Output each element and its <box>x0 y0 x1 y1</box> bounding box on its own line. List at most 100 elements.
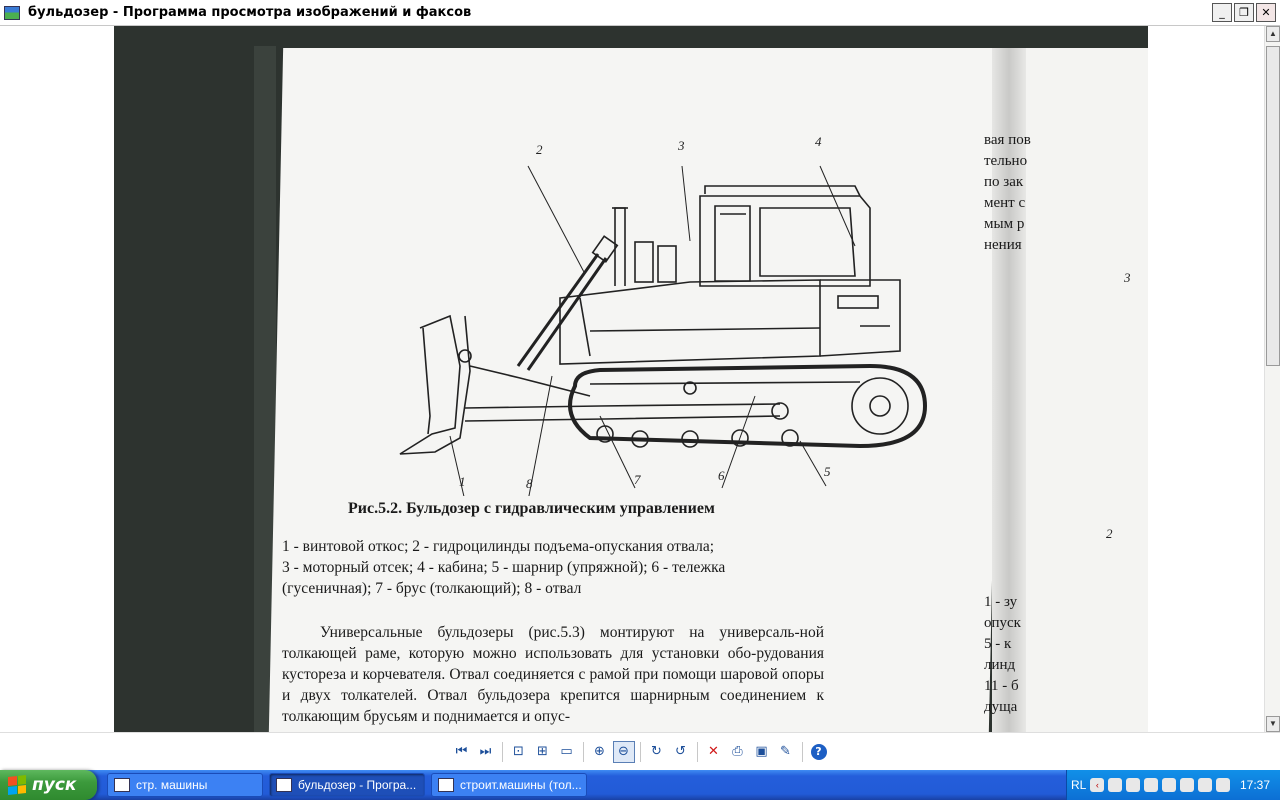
fig-number-8: 8 <box>526 476 533 491</box>
right-line: мым р <box>984 216 1025 232</box>
right-line: вая пов <box>984 132 1031 148</box>
fig-number-2: 2 <box>536 142 543 157</box>
image-canvas[interactable]: 1 2 3 4 5 6 7 8 Рис.5.2. Бульдозер с гид… <box>0 26 1264 732</box>
right-line: опуск <box>984 615 1021 631</box>
network-icon[interactable] <box>1108 778 1123 792</box>
task-label: бульдозер - Програ... <box>298 778 417 792</box>
right-page-text-bottom: 1 - зу опуск 5 - к линд 11 - б дуща <box>984 592 1021 718</box>
toolbar-separator <box>582 741 584 762</box>
tray-app-icon[interactable] <box>1216 778 1231 792</box>
fig-number-5: 5 <box>824 464 831 479</box>
body-paragraph: Универсальные бульдозеры (рис.5.3) монти… <box>282 624 824 725</box>
maximize-button[interactable]: ❐ <box>1234 3 1254 22</box>
messenger-icon[interactable] <box>1180 778 1195 792</box>
shield-icon[interactable] <box>1126 778 1141 792</box>
close-button[interactable]: ✕ <box>1256 3 1276 22</box>
scroll-down-icon[interactable]: ▼ <box>1266 716 1280 732</box>
slideshow-button[interactable]: ▭ <box>556 741 578 763</box>
title-bar: бульдозер - Программа просмотра изображе… <box>0 0 1280 26</box>
window-title: бульдозер - Программа просмотра изображе… <box>28 5 472 20</box>
zoom-out-icon: ⊖ <box>618 744 629 759</box>
print-button[interactable]: ⎙ <box>727 741 749 763</box>
actual-size-icon: ⊞ <box>537 744 548 759</box>
delete-button[interactable]: ✕ <box>703 741 725 763</box>
tray-expand-icon[interactable]: ‹ <box>1090 778 1105 792</box>
task-label: стр. машины <box>136 778 208 792</box>
fig-number-6: 6 <box>718 468 725 483</box>
toolbar-separator <box>696 741 698 762</box>
scroll-thumb[interactable] <box>1266 46 1280 366</box>
save-icon: ▣ <box>755 744 768 759</box>
task-str-mashiny[interactable]: стр. машины <box>107 773 263 797</box>
toolbar-separator <box>639 741 641 762</box>
help-icon: ? <box>810 743 827 760</box>
right-line: дуща <box>984 699 1018 715</box>
speaker-icon[interactable] <box>1144 778 1159 792</box>
zoom-in-icon: ⊕ <box>594 744 605 759</box>
update-icon[interactable] <box>1198 778 1213 792</box>
right-line: тельно <box>984 153 1028 169</box>
legend-line: 3 - моторный отсек; 4 - кабина; 5 - шарн… <box>282 559 726 576</box>
fig-number-1: 1 <box>459 474 466 489</box>
word-document-icon <box>438 778 454 792</box>
rotate-ccw-button[interactable]: ↺ <box>670 741 692 763</box>
zoom-in-button[interactable]: ⊕ <box>589 741 611 763</box>
best-fit-icon: ⊡ <box>513 744 524 759</box>
system-tray: RL ‹ 17:37 <box>1066 770 1280 800</box>
right-line: мент с <box>984 195 1026 211</box>
bulldozer-drawing <box>399 165 928 496</box>
print-icon: ⎙ <box>732 744 743 759</box>
next-image-button[interactable]: ⏭ <box>475 741 497 763</box>
app-icon <box>114 778 130 792</box>
rotate-cw-icon: ↻ <box>651 744 662 759</box>
right-fig-number-3: 3 <box>1124 270 1131 285</box>
legend-line: 1 - винтовой откос; 2 - гидроцилинды под… <box>282 538 715 555</box>
right-line: 11 - б <box>984 678 1019 694</box>
right-line: 1 - зу <box>984 594 1018 610</box>
best-fit-button[interactable]: ⊡ <box>508 741 530 763</box>
start-button[interactable]: пуск <box>0 770 97 800</box>
minimize-button[interactable]: _ <box>1212 3 1232 22</box>
toolbar-separator <box>801 741 803 762</box>
windows-logo-icon <box>8 775 26 795</box>
edit-button[interactable]: ✎ <box>775 741 797 763</box>
task-label: строит.машины (тол... <box>460 778 582 792</box>
rotate-cw-button[interactable]: ↻ <box>646 741 668 763</box>
right-line: линд <box>984 657 1016 673</box>
image-viewer-icon <box>4 5 20 20</box>
figure-caption: Рис.5.2. Бульдозер с гидравлическим упра… <box>348 500 715 517</box>
zoom-out-button[interactable]: ⊖ <box>612 740 635 763</box>
toolbar-separator <box>501 741 503 762</box>
fig-number-7: 7 <box>634 472 641 487</box>
start-label: пуск <box>32 775 77 795</box>
task-stroit-mashiny[interactable]: строит.машины (тол... <box>431 773 587 797</box>
vertical-scrollbar[interactable]: ▲ ▼ <box>1264 26 1280 732</box>
prev-image-button[interactable]: ⏮ <box>451 741 473 763</box>
save-button[interactable]: ▣ <box>751 741 773 763</box>
right-line: 5 - к <box>984 636 1012 652</box>
legend-line: (гусеничная); 7 - брус (толкающий); 8 - … <box>282 580 582 597</box>
actual-size-button[interactable]: ⊞ <box>532 741 554 763</box>
rotate-ccw-icon: ↺ <box>675 744 686 759</box>
edit-icon: ✎ <box>780 744 791 759</box>
scroll-up-icon[interactable]: ▲ <box>1266 26 1280 42</box>
right-fig-number-2: 2 <box>1106 526 1113 541</box>
fig-number-4: 4 <box>815 134 822 149</box>
right-page <box>1026 48 1148 732</box>
right-line: нения <box>984 237 1022 253</box>
next-icon: ⏭ <box>479 744 492 759</box>
fig-number-3: 3 <box>678 138 685 153</box>
right-page-text-top: вая пов тельно по зак мент с мым р нения <box>984 130 1031 256</box>
figure-legend: 1 - винтовой откос; 2 - гидроцилинды под… <box>282 536 822 599</box>
right-line: по зак <box>984 174 1024 190</box>
prev-icon: ⏮ <box>455 744 468 759</box>
help-button[interactable]: ? <box>808 741 830 763</box>
viewer-toolbar: ⏮ ⏭ ⊡ ⊞ ▭ ⊕ ⊖ ↻ ↺ ✕ ⎙ ▣ ✎? <box>0 732 1280 770</box>
antivirus-icon[interactable] <box>1162 778 1177 792</box>
slideshow-icon: ▭ <box>560 744 573 759</box>
clock: 17:37 <box>1239 778 1270 792</box>
language-indicator[interactable]: RL <box>1071 778 1086 792</box>
task-bulldozer[interactable]: бульдозер - Програ... <box>269 773 425 797</box>
delete-icon: ✕ <box>708 744 719 759</box>
taskbar: пуск стр. машины бульдозер - Програ... с… <box>0 770 1280 800</box>
